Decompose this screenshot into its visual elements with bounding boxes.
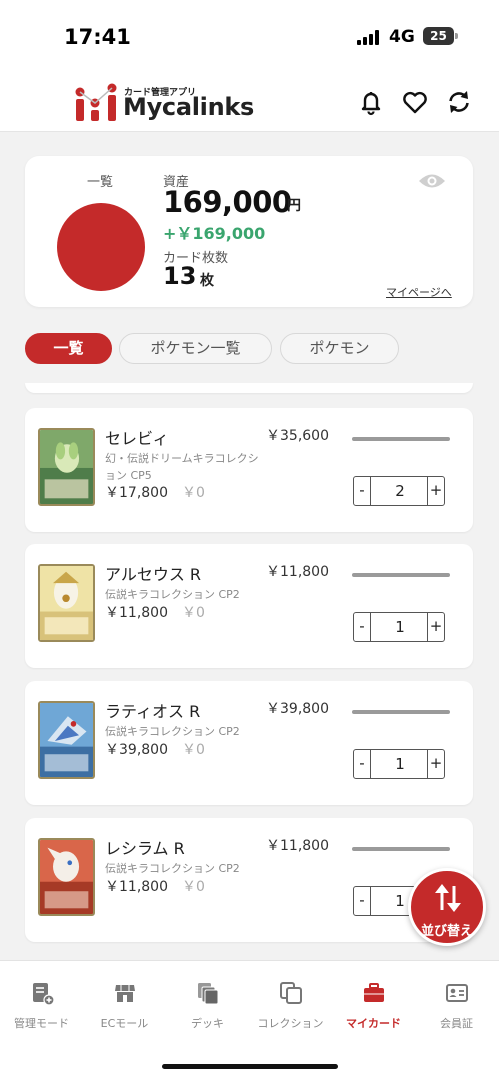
list-item-partial [25, 383, 473, 393]
card-image [38, 564, 95, 642]
nav-my-card[interactable]: マイカード [332, 981, 415, 1031]
card-price: ￥39,800 [105, 742, 168, 758]
nav-label: 管理モード [14, 1017, 69, 1030]
value-bar [352, 573, 450, 577]
card-image [38, 838, 95, 916]
decrement-button[interactable]: - [354, 887, 371, 915]
asset-summary-card: 一覧 資産 169,000 円 +￥169,000 カード枚数 13 枚 マイペ… [25, 156, 473, 307]
card-gain: ￥0 [182, 485, 205, 501]
bottom-nav: 管理モード ECモール デッキ コレクション マイカード 会員証 [0, 960, 499, 1080]
tab-pokemon[interactable]: ポケモン [280, 333, 399, 364]
sort-button[interactable]: 並び替え [408, 868, 486, 946]
nav-label: コレクション [257, 1017, 324, 1030]
card-gain: ￥0 [182, 879, 205, 895]
tab-pokemon-list[interactable]: ポケモン一覧 [119, 333, 272, 364]
asset-unit: 円 [287, 198, 301, 214]
nav-manage-mode[interactable]: 管理モード [0, 981, 83, 1031]
card-total-value: ￥35,600 [266, 428, 329, 444]
card-name: ラティオス R [105, 702, 201, 721]
increment-button[interactable]: + [427, 613, 444, 641]
card-item-celebi[interactable]: セレビィ 幻・伝説ドリームキラコレクション CP5 ￥17,800 ￥0 ￥35… [25, 408, 473, 532]
battery-icon: 25 [423, 27, 458, 45]
bell-icon[interactable] [357, 88, 385, 116]
card-item-arceus[interactable]: アルセウス R 伝説キラコレクション CP2 ￥11,800 ￥0 ￥11,80… [25, 544, 473, 668]
card-image [38, 428, 95, 506]
sort-icon [435, 884, 461, 912]
card-total-value: ￥39,800 [266, 701, 329, 717]
store-icon [114, 985, 135, 1002]
sync-icon[interactable] [445, 88, 473, 116]
home-indicator[interactable] [162, 1064, 338, 1069]
app-name: Mycalinks [123, 93, 255, 121]
nav-label: ECモール [100, 1017, 149, 1030]
value-bar [352, 710, 450, 714]
quantity-stepper: - 2 + [353, 476, 445, 506]
decrement-button[interactable]: - [354, 750, 371, 778]
quantity-stepper: - 1 + [353, 612, 445, 642]
card-price: ￥11,800 [105, 879, 168, 895]
value-bar [352, 437, 450, 441]
eye-icon[interactable] [418, 172, 446, 190]
asset-delta: +￥169,000 [163, 224, 266, 243]
card-item-reshiram[interactable]: レシラム R 伝説キラコレクション CP2 ￥11,800 ￥0 ￥11,800… [25, 818, 473, 942]
card-set: 伝説キラコレクション CP2 [105, 725, 240, 738]
nav-ec-mall[interactable]: ECモール [83, 981, 166, 1031]
asset-value: 169,000 [163, 185, 292, 219]
app-header: カード管理アプリ Mycalinks [0, 64, 499, 132]
quantity-field[interactable]: 2 [372, 477, 428, 505]
card-name: セレビィ [105, 429, 169, 448]
network-label: 4G [389, 27, 415, 47]
status-bar: 17:41 4G 25 [0, 0, 499, 64]
increment-button[interactable]: + [427, 750, 444, 778]
value-bar [352, 847, 450, 851]
manage-icon [32, 983, 54, 1005]
nav-label: 会員証 [440, 1017, 473, 1030]
card-item-latios[interactable]: ラティオス R 伝説キラコレクション CP2 ￥39,800 ￥0 ￥39,80… [25, 681, 473, 805]
card-set: 伝説キラコレクション CP2 [105, 862, 240, 875]
card-price: ￥11,800 [105, 605, 168, 621]
quantity-stepper: - 1 + [353, 749, 445, 779]
card-count-value: 13 [163, 262, 197, 290]
mypage-link[interactable]: マイページへ [386, 284, 452, 300]
collection-icon [279, 982, 302, 1004]
card-price: ￥17,800 [105, 485, 168, 501]
decrement-button[interactable]: - [354, 613, 371, 641]
card-image [38, 701, 95, 779]
signal-icon [357, 30, 383, 45]
decrement-button[interactable]: - [354, 477, 371, 505]
card-name: レシラム R [105, 839, 185, 858]
card-total-value: ￥11,800 [266, 838, 329, 854]
nav-member-card[interactable]: 会員証 [415, 981, 498, 1031]
quantity-field[interactable]: 1 [372, 613, 428, 641]
sort-button-label: 並び替え [420, 924, 473, 939]
card-set: 幻・伝説ドリームキラコレクション CP5 [105, 452, 259, 482]
card-set: 伝説キラコレクション CP2 [105, 588, 240, 601]
card-count-unit: 枚 [200, 273, 214, 289]
card-name: アルセウス R [105, 565, 202, 584]
card-total-value: ￥11,800 [266, 564, 329, 580]
chart-label: 一覧 [87, 175, 114, 190]
card-gain: ￥0 [182, 605, 205, 621]
quantity-field[interactable]: 1 [372, 750, 428, 778]
nav-label: マイカード [346, 1017, 401, 1030]
nav-deck[interactable]: デッキ [166, 981, 249, 1031]
heart-icon[interactable] [401, 88, 429, 116]
briefcase-icon [363, 983, 384, 1002]
card-gain: ￥0 [182, 742, 205, 758]
deck-icon [197, 983, 218, 1005]
tab-all[interactable]: 一覧 [25, 333, 112, 364]
asset-pie-chart [57, 203, 145, 291]
logo-icon [75, 83, 117, 121]
member-card-icon [445, 984, 468, 1002]
increment-button[interactable]: + [427, 477, 444, 505]
nav-label: デッキ [191, 1017, 224, 1030]
nav-collection[interactable]: コレクション [249, 981, 332, 1031]
status-time: 17:41 [64, 25, 131, 49]
